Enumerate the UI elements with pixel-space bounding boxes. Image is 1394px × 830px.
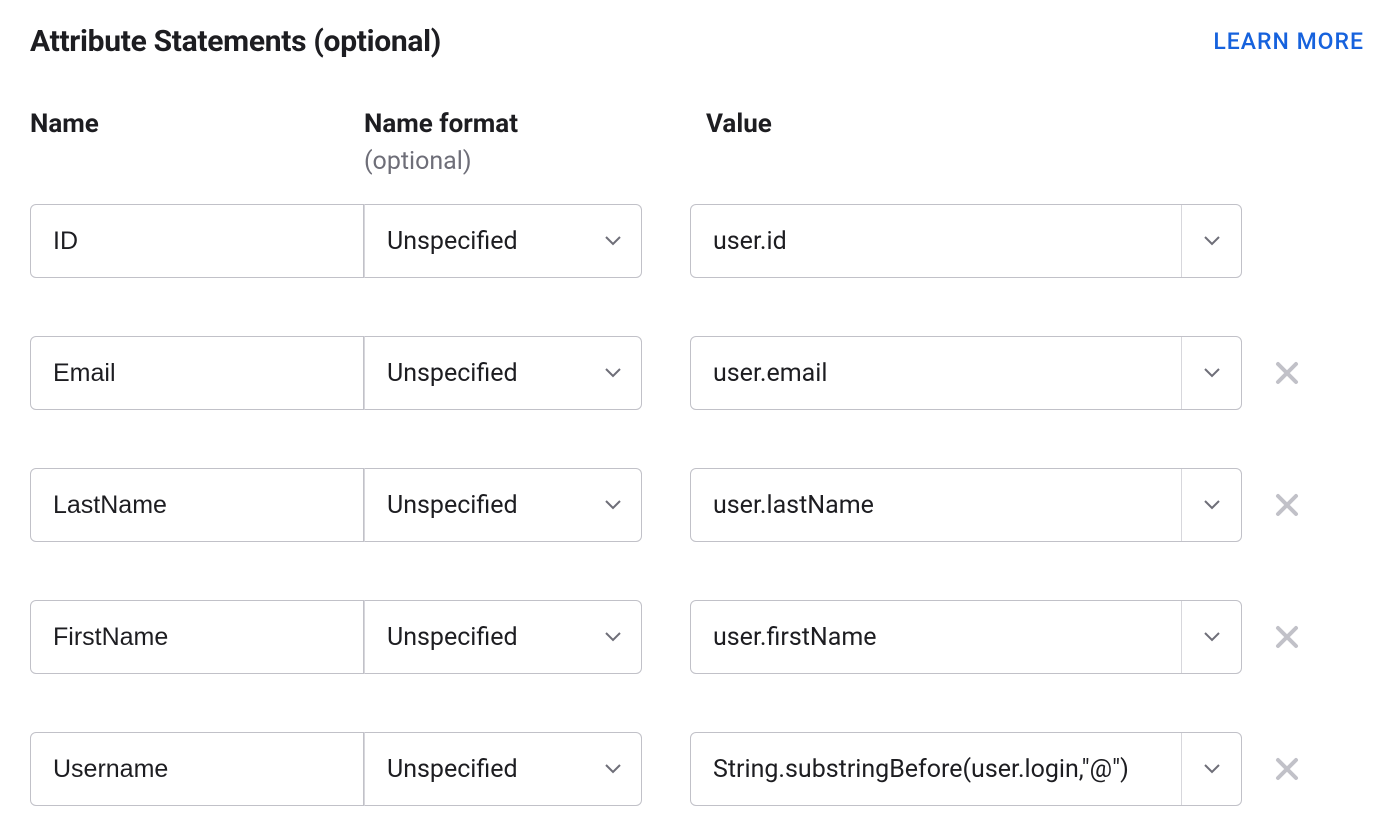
chevron-down-icon	[1204, 500, 1220, 510]
column-header-name: Name	[30, 109, 364, 139]
value-select[interactable]: user.id	[690, 204, 1242, 278]
column-header-name-format: Name format (optional)	[364, 109, 658, 176]
attribute-name-input[interactable]	[30, 732, 364, 806]
value-select[interactable]: user.email	[690, 336, 1242, 410]
remove-row-button[interactable]	[1272, 492, 1302, 518]
value-text: user.lastName	[691, 469, 1181, 541]
value-text: String.substringBefore(user.login,"@")	[691, 733, 1181, 805]
attribute-rows: Unspecifieduser.idUnspecifieduser.emailU…	[30, 204, 1364, 806]
close-icon	[1274, 492, 1300, 518]
close-icon	[1274, 360, 1300, 386]
section-title: Attribute Statements (optional)	[30, 24, 441, 59]
remove-row-button[interactable]	[1272, 624, 1302, 650]
chevron-down-icon	[1204, 236, 1220, 246]
name-format-select[interactable]: Unspecified	[364, 204, 642, 278]
value-text: user.id	[691, 205, 1181, 277]
chevron-down-icon	[605, 236, 621, 246]
name-format-value: Unspecified	[387, 359, 518, 388]
attribute-name-input[interactable]	[30, 336, 364, 410]
chevron-down-icon	[1204, 368, 1220, 378]
name-format-select[interactable]: Unspecified	[364, 732, 642, 806]
name-format-value: Unspecified	[387, 491, 518, 520]
attribute-name-input[interactable]	[30, 600, 364, 674]
name-format-value: Unspecified	[387, 755, 518, 784]
chevron-down-icon	[605, 500, 621, 510]
chevron-down-icon	[1204, 764, 1220, 774]
column-headers: Name Name format (optional) Value	[30, 109, 1364, 176]
value-text: user.firstName	[691, 601, 1181, 673]
chevron-down-icon	[605, 632, 621, 642]
learn-more-link[interactable]: LEARN MORE	[1213, 28, 1364, 55]
section-header: Attribute Statements (optional) LEARN MO…	[30, 24, 1364, 59]
value-select[interactable]: user.firstName	[690, 600, 1242, 674]
name-format-select[interactable]: Unspecified	[364, 336, 642, 410]
close-icon	[1274, 756, 1300, 782]
attribute-row: Unspecified user.firstName	[30, 600, 1364, 674]
name-format-value: Unspecified	[387, 227, 518, 256]
name-format-select[interactable]: Unspecified	[364, 468, 642, 542]
column-header-value: Value	[706, 109, 1258, 139]
attribute-name-input[interactable]	[30, 204, 364, 278]
remove-row-button[interactable]	[1272, 360, 1302, 386]
attribute-row: Unspecified String.substringBefore(user.l…	[30, 732, 1364, 806]
column-header-name-format-label: Name format	[364, 109, 658, 139]
chevron-down-icon	[605, 368, 621, 378]
name-format-select[interactable]: Unspecified	[364, 600, 642, 674]
attribute-row: Unspecified user.lastName	[30, 468, 1364, 542]
column-header-name-format-sub: (optional)	[364, 147, 658, 176]
chevron-down-icon	[605, 764, 621, 774]
value-text: user.email	[691, 337, 1181, 409]
attribute-name-input[interactable]	[30, 468, 364, 542]
close-icon	[1274, 624, 1300, 650]
name-format-value: Unspecified	[387, 623, 518, 652]
chevron-down-icon	[1204, 632, 1220, 642]
value-select[interactable]: String.substringBefore(user.login,"@")	[690, 732, 1242, 806]
attribute-row: Unspecified user.id	[30, 204, 1364, 278]
remove-row-button[interactable]	[1272, 756, 1302, 782]
attribute-row: Unspecified user.email	[30, 336, 1364, 410]
value-select[interactable]: user.lastName	[690, 468, 1242, 542]
